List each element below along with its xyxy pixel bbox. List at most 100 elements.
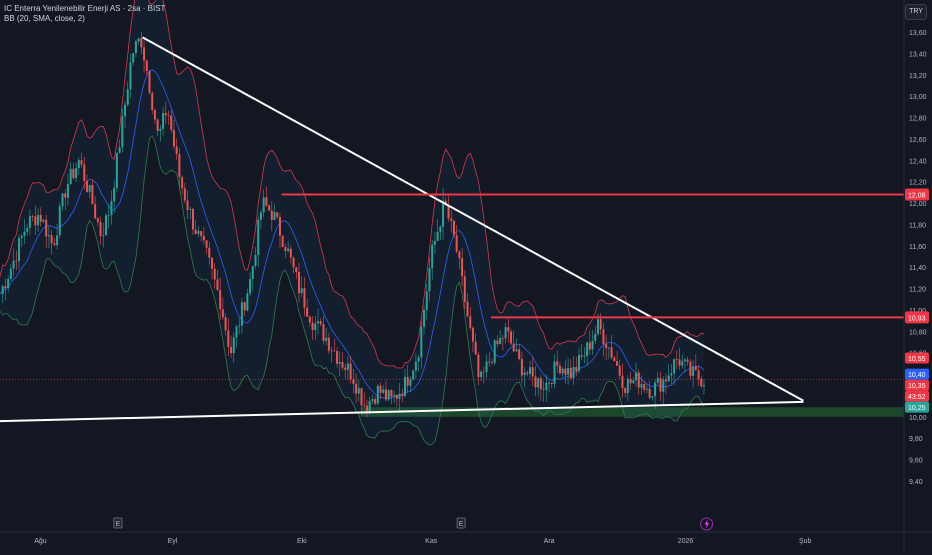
candle-body bbox=[344, 367, 347, 370]
indicator-legend[interactable]: BB (20, SMA, close, 2) bbox=[4, 14, 165, 24]
candle-body bbox=[186, 200, 189, 210]
price-axis[interactable]: 13,60 13,40 13,20 13,00 12,80 12,60 12,40 12,20… bbox=[903, 0, 929, 550]
candle-body bbox=[50, 235, 53, 244]
candle-body bbox=[624, 388, 627, 394]
candle-body bbox=[306, 307, 309, 317]
candle-body bbox=[553, 361, 556, 384]
candle-body bbox=[572, 366, 575, 379]
x-tick-label: Kas bbox=[425, 538, 438, 545]
x-tick-label: Eki bbox=[297, 538, 307, 545]
candle-body bbox=[545, 383, 548, 390]
candle-body bbox=[153, 110, 156, 120]
candle-body bbox=[303, 288, 306, 308]
candle-body bbox=[542, 389, 545, 391]
candle-body bbox=[632, 380, 635, 384]
candle-body bbox=[697, 370, 700, 379]
price-tag-label: 10,40 bbox=[908, 372, 926, 379]
candle-body bbox=[387, 390, 390, 400]
candle-body bbox=[88, 184, 91, 192]
candle-body bbox=[284, 246, 287, 252]
candle-body bbox=[243, 302, 246, 311]
candle-body bbox=[436, 231, 439, 241]
y-tick-label: 13,00 bbox=[909, 94, 927, 101]
candle-body bbox=[327, 337, 330, 351]
candle-body bbox=[58, 206, 61, 236]
candle-body bbox=[588, 342, 591, 350]
candle-body bbox=[211, 257, 214, 269]
candle-body bbox=[1, 286, 4, 295]
candle-body bbox=[9, 268, 12, 280]
candle-body bbox=[45, 219, 48, 237]
candle-body bbox=[382, 389, 385, 393]
candle-body bbox=[129, 62, 132, 90]
candle-body bbox=[384, 389, 387, 400]
candle-body bbox=[556, 361, 559, 366]
chart-area[interactable]: 13,60 13,40 13,20 13,00 12,80 12,60 12,40 12,20… bbox=[0, 0, 932, 550]
candle-body bbox=[4, 286, 7, 289]
x-tick-label: Eyl bbox=[168, 538, 178, 545]
candle-body bbox=[395, 395, 398, 399]
time-axis[interactable]: Ağu Eyl Eki Kas Ara 2026 Şub E E bbox=[0, 517, 932, 545]
y-tick-label: 13,20 bbox=[909, 73, 927, 80]
candle-body bbox=[325, 337, 328, 341]
candle-body bbox=[420, 326, 423, 358]
candle-body bbox=[162, 113, 165, 129]
currency-button[interactable]: TRY bbox=[905, 4, 927, 20]
candle-body bbox=[363, 405, 366, 406]
candle-body bbox=[591, 340, 594, 350]
candle-body bbox=[654, 382, 657, 397]
candle-body bbox=[618, 365, 621, 376]
price-chart[interactable]: 13,60 13,40 13,20 13,00 12,80 12,60 12,40 12,20… bbox=[0, 0, 932, 550]
candle-body bbox=[678, 359, 681, 366]
candle-body bbox=[170, 115, 173, 130]
candle-body bbox=[439, 226, 442, 232]
candle-body bbox=[673, 359, 676, 374]
y-tick-label: 12,80 bbox=[909, 116, 927, 123]
y-tick-label: 13,40 bbox=[909, 51, 927, 58]
candle-body bbox=[425, 291, 428, 310]
y-tick-label: 9,60 bbox=[909, 458, 923, 465]
candle-body bbox=[626, 378, 629, 394]
candle-body bbox=[401, 393, 404, 396]
x-tick-label: Ağu bbox=[34, 538, 47, 545]
candle-body bbox=[172, 129, 175, 147]
candle-body bbox=[648, 388, 651, 398]
candle-body bbox=[39, 215, 42, 222]
candle-body bbox=[143, 47, 146, 61]
y-tick-label: 10,80 bbox=[909, 329, 927, 336]
candle-body bbox=[107, 215, 110, 216]
candle-body bbox=[28, 216, 31, 228]
candle-body bbox=[365, 405, 368, 412]
candle-body bbox=[393, 395, 396, 397]
symbol-title[interactable]: IC Enterra Yenilenebilir Enerji AS · 2sa… bbox=[4, 4, 165, 14]
candle-body bbox=[398, 393, 401, 399]
candle-body bbox=[249, 278, 252, 294]
candle-body bbox=[273, 212, 276, 220]
candle-body bbox=[550, 382, 553, 384]
candle-body bbox=[66, 184, 69, 198]
y-tick-label: 9,40 bbox=[909, 479, 923, 486]
candle-body bbox=[534, 376, 537, 388]
candle-body bbox=[670, 373, 673, 376]
candle-body bbox=[692, 366, 695, 376]
candle-body bbox=[94, 204, 97, 219]
candle-body bbox=[227, 330, 230, 347]
candle-body bbox=[539, 378, 542, 390]
candle-body bbox=[452, 220, 455, 236]
candle-body bbox=[645, 388, 648, 390]
candle-body bbox=[558, 365, 561, 374]
candle-body bbox=[694, 366, 697, 371]
candle-body bbox=[466, 301, 469, 317]
candle-body bbox=[575, 366, 578, 371]
candle-body bbox=[205, 240, 208, 248]
x-tick-label: Ara bbox=[544, 538, 555, 545]
candle-body bbox=[417, 357, 420, 362]
candle-body bbox=[216, 279, 219, 290]
candle-body bbox=[124, 104, 127, 117]
candle-body bbox=[167, 115, 170, 117]
candle-body bbox=[569, 367, 572, 379]
candle-body bbox=[159, 128, 162, 131]
candle-body bbox=[189, 208, 192, 210]
candle-body bbox=[463, 276, 466, 302]
candle-body bbox=[480, 371, 483, 378]
